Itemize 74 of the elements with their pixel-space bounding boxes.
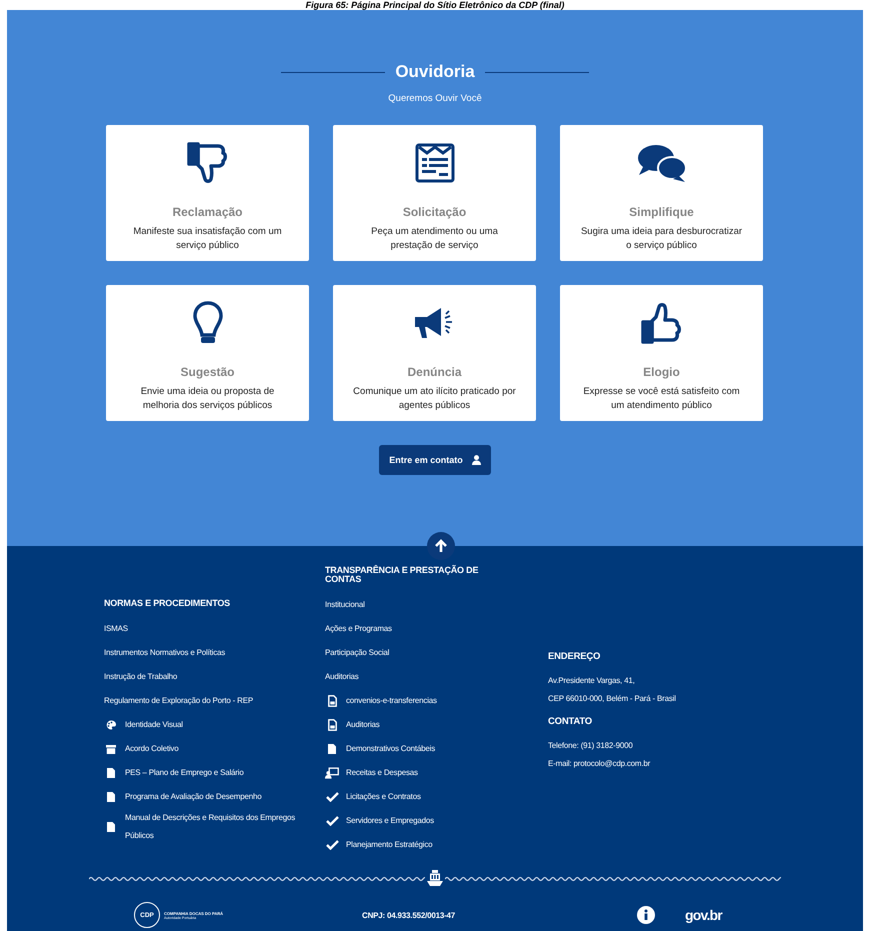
card-description: Peça um atendimento ou uma prestação de serviço	[370, 225, 499, 253]
footer-link[interactable]: Identidade Visual	[125, 716, 183, 734]
card-description: Comunique um ato ilícito praticado por agentes públicos	[353, 385, 516, 413]
section-subtitle: Queremos Ouvir Você	[388, 93, 482, 104]
palette-icon	[106, 720, 116, 730]
section-title: Ouvidoria	[395, 62, 475, 82]
footer-link[interactable]: Demonstrativos Contábeis	[346, 740, 436, 758]
card-title: Denúncia	[407, 365, 462, 379]
address-line: Av.Presidente Vargas, 41,	[548, 675, 636, 687]
back-to-top-button[interactable]	[427, 532, 455, 560]
file-icon	[107, 768, 115, 778]
footer-link[interactable]: convenios-e-transferencias	[346, 692, 437, 710]
footer-link[interactable]: Manual de Descrições e Requisitos dos Empregos Públicos	[125, 809, 325, 845]
contact-line: E-mail: protocolo@cdp.com.br	[548, 758, 652, 770]
card-title: Elogio	[643, 365, 680, 379]
check-icon	[326, 816, 338, 826]
footer-link[interactable]: Licitações e Contratos	[346, 788, 421, 806]
thumbs-down-icon	[186, 140, 230, 186]
footer-link[interactable]: Instrução de Trabalho	[104, 668, 178, 686]
footer-heading: ENDEREÇO	[548, 651, 602, 662]
card-description: Expresse se você está satisfeito com um atendimento público	[582, 385, 741, 413]
card-description: Sugira uma ideia para desburocratizar o serviço público	[580, 225, 743, 253]
footer-link[interactable]: Instrumentos Normativos e Políticas	[104, 644, 226, 662]
file-icon	[107, 822, 115, 832]
card-description: Manifeste sua insatisfação com um serviço público	[132, 225, 283, 253]
govbr-logo[interactable]: gov.br	[685, 907, 722, 923]
footer-link[interactable]: Planejamento Estratégico	[346, 836, 432, 854]
address-line: CEP 66010-000, Belém - Pará - Brasil	[548, 693, 676, 705]
footer-heading: NORMAS E PROCEDIMENTOS	[104, 597, 231, 608]
document-icon	[328, 719, 336, 731]
footer-link[interactable]: Regulamento de Exploração do Porto - REP	[104, 692, 253, 710]
card-title: Reclamação	[172, 205, 243, 219]
card-description: Envie uma ideia ou proposta de melhoria dos serviços públicos	[140, 385, 276, 413]
ouvidoria-card[interactable]: Solicitação Peça um atendimento ou uma prestação de serviço	[333, 125, 536, 261]
footer-link[interactable]: PES – Plano de Emprego e Salário	[125, 764, 244, 782]
check-icon	[326, 840, 338, 850]
footer-link[interactable]: Auditorias	[346, 716, 380, 734]
chat-bubbles-icon	[636, 143, 686, 183]
ouvidoria-card[interactable]: Simplifique Sugira uma ideia para desburocratizar o serviço público	[560, 125, 763, 261]
footer-link[interactable]: Participação Social	[325, 644, 390, 662]
thumbs-up-icon	[640, 300, 684, 346]
monitor-user-icon	[325, 767, 339, 779]
user-icon	[472, 455, 481, 465]
footer-link[interactable]: Servidores e Empregados	[346, 812, 434, 830]
ouvidoria-card[interactable]: Denúncia Comunique um ato ilícito praticado por agentes públicos	[333, 285, 536, 421]
lightbulb-icon	[192, 300, 224, 346]
contact-line: Telefone: (91) 3182-9000	[548, 740, 634, 752]
ouvidoria-card[interactable]: Elogio Expresse se você está satisfeito com um atendimento público	[560, 285, 763, 421]
contact-button[interactable]: Entre em contato	[379, 445, 491, 475]
ouvidoria-card[interactable]: Sugestão Envie uma ideia ou proposta de melhoria dos serviços públicos	[106, 285, 309, 421]
card-title: Simplifique	[629, 205, 694, 219]
card-title: Sugestão	[180, 365, 234, 379]
ship-icon	[427, 870, 443, 887]
footer-heading: TRANSPARÊNCIA E PRESTAÇÃO DE CONTAS	[325, 566, 480, 584]
figure-caption: Figura 65: Página Principal do Sítio Eletrônico da CDP (final)	[306, 0, 564, 10]
file-icon	[328, 744, 336, 754]
document-icon	[328, 695, 336, 707]
check-icon	[326, 792, 338, 802]
footer-link[interactable]: ISMAS	[104, 620, 128, 638]
file-icon	[107, 792, 115, 802]
footer-link[interactable]: Receitas e Despesas	[346, 764, 418, 782]
footer-link[interactable]: Institucional	[325, 596, 365, 614]
footer-link[interactable]: Ações e Programas	[325, 620, 392, 638]
form-icon	[414, 143, 454, 183]
arrow-up-icon	[434, 539, 448, 553]
footer-link[interactable]: Acordo Coletivo	[125, 740, 178, 758]
cnpj-text: CNPJ: 04.933.552/0013-47	[362, 910, 456, 920]
footer-heading: CONTATO	[548, 716, 593, 727]
footer-link[interactable]: Auditorias	[325, 668, 359, 686]
ouvidoria-card[interactable]: Reclamação Manifeste sua insatisfação com um serviço público	[106, 125, 309, 261]
info-icon[interactable]	[637, 906, 655, 924]
archive-box-icon	[106, 744, 116, 754]
footer-link[interactable]: Programa de Avaliação de Desempenho	[125, 788, 262, 806]
card-title: Solicitação	[402, 205, 466, 219]
